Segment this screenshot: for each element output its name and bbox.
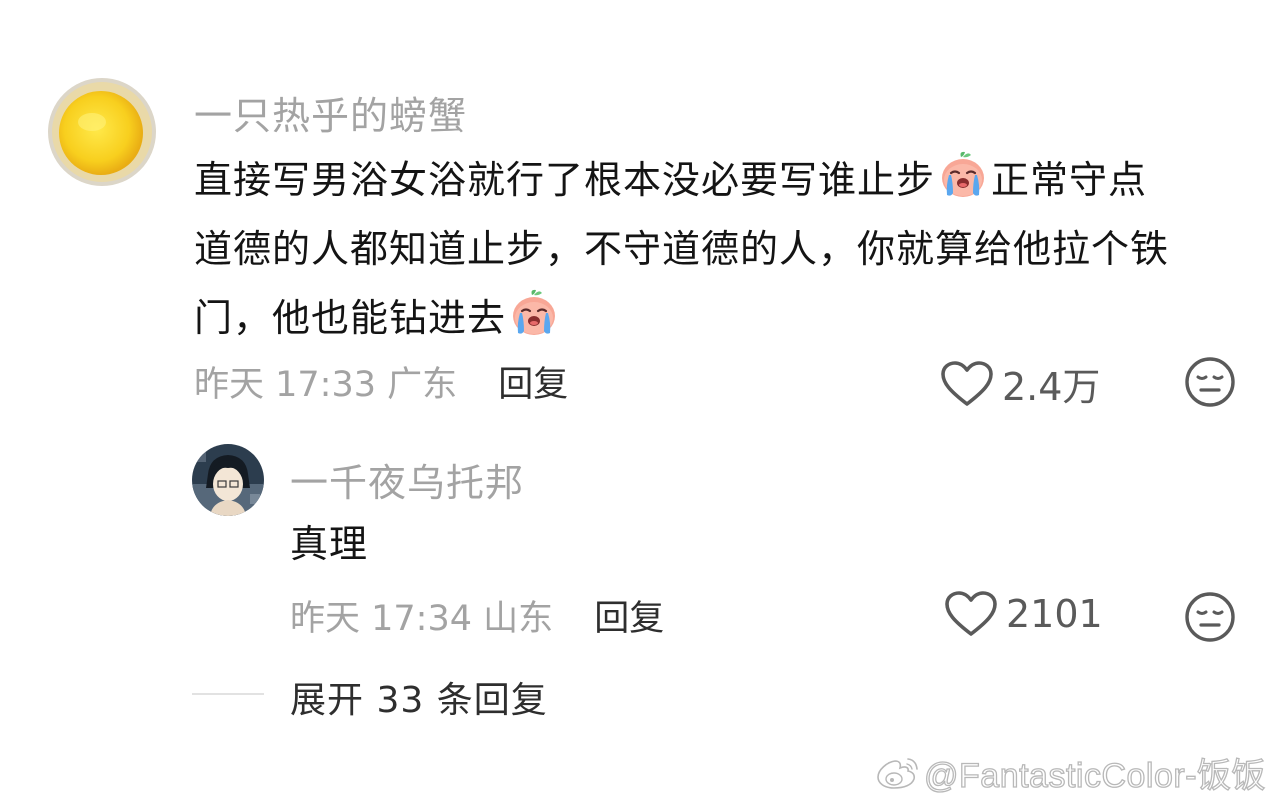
like-count: 2.4万 (1002, 365, 1101, 409)
commenter-avatar[interactable] (48, 78, 156, 186)
crying-peach-emoji (508, 287, 560, 339)
expand-divider (192, 693, 264, 695)
crying-peach-emoji (937, 149, 989, 201)
comment-text-line-3: 门，他也能钻进去 (194, 296, 507, 340)
commenter-username[interactable]: 一只热乎的螃蟹 (194, 85, 467, 140)
heart-outline-icon (941, 360, 993, 406)
expand-replies-button[interactable]: 展开 33 条回复 (290, 671, 548, 723)
comment-meta: 昨天 17:33 广东 回复 (194, 356, 568, 407)
reply-reply-button[interactable]: 回复 (594, 599, 664, 639)
comment-time: 昨天 17:33 (194, 365, 376, 405)
like-button[interactable]: 2.4万 (940, 356, 1100, 411)
comment-text-line-1b: 正常守点 (991, 158, 1148, 202)
reply-like-count: 2101 (1006, 592, 1103, 636)
reply-location: 山东 (483, 599, 554, 639)
reply-meta: 昨天 17:34 山东 回复 (290, 590, 664, 641)
comment-text-line-1a: 直接写男浴女浴就行了根本没必要写谁止步 (194, 158, 936, 202)
reply-react-button[interactable] (1184, 591, 1236, 643)
comment-text: 直接写男浴女浴就行了根本没必要写谁止步 正常守点 道德的人都知道止步，不守道德的… (194, 146, 1254, 353)
anime-character-avatar-image (192, 444, 264, 516)
reply-avatar[interactable] (192, 444, 264, 516)
egg-tart-avatar-image (48, 78, 156, 186)
reply-text: 真理 (290, 522, 369, 566)
reply-button[interactable]: 回复 (498, 365, 568, 405)
reply-like-button[interactable]: 2101 (944, 590, 1103, 638)
watermark: @FantasticColor-饭饭 (876, 748, 1266, 797)
neutral-face-icon (1185, 357, 1235, 407)
weibo-logo-icon (877, 757, 918, 789)
watermark-text: @FantasticColor-饭饭 (923, 756, 1267, 795)
comment-text-line-2: 道德的人都知道止步，不守道德的人，你就算给他拉个铁 (194, 227, 1170, 271)
comment-location: 广东 (387, 365, 458, 405)
reply-username[interactable]: 一千夜乌托邦 (290, 452, 524, 507)
react-button[interactable] (1184, 356, 1236, 408)
heart-outline-icon (945, 591, 997, 636)
reply-time: 昨天 17:34 (290, 599, 472, 639)
neutral-face-icon (1185, 592, 1235, 642)
